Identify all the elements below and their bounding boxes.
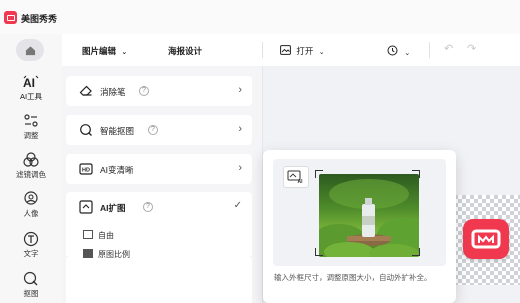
top-toolbar: 图片编辑 ⌄ 海报设计 打开 ⌄ ⌄ ↶ ↷ <box>62 34 520 67</box>
rail-item-label: 抠图 <box>23 289 39 298</box>
history-icon <box>387 45 398 56</box>
title-bar: 美图秀秀 <box>0 0 520 34</box>
smart-cutout-icon <box>80 124 92 136</box>
help-icon[interactable]: ? <box>148 125 158 135</box>
tool-smart-cutout[interactable]: 智能抠图 ? › <box>66 115 252 145</box>
ai-expand-badge-icon: AI <box>287 170 304 184</box>
free-crop-icon <box>83 230 93 239</box>
app-logo-icon <box>4 11 17 24</box>
tab-poster-design[interactable]: 海报设计 <box>168 45 202 57</box>
tool-eraser[interactable]: 消除笔 ? › <box>66 76 252 106</box>
tool-label: AI变清晰 <box>100 165 134 175</box>
rail-item-adjust[interactable]: 调整 <box>0 113 62 141</box>
tool-label: AI扩图 <box>100 203 126 213</box>
crop-corner <box>412 248 420 256</box>
portrait-icon <box>24 191 38 205</box>
rail-item-cutout[interactable]: 抠图 <box>0 271 62 299</box>
home-button[interactable] <box>16 39 44 61</box>
ai-expand-icon <box>79 200 93 214</box>
chevron-right-icon: › <box>238 162 242 174</box>
help-icon[interactable]: ? <box>143 202 153 212</box>
rail-item-portrait[interactable]: 人像 <box>0 191 62 219</box>
open-button[interactable]: 打开 ⌄ <box>280 45 325 57</box>
chevron-right-icon: › <box>238 84 242 96</box>
chevron-right-icon: › <box>238 123 242 135</box>
toolbar-divider <box>429 42 430 58</box>
eraser-icon <box>79 85 92 96</box>
rail-item-label: 人像 <box>23 209 39 218</box>
help-icon[interactable]: ? <box>139 86 149 96</box>
tool-label: 消除笔 <box>100 87 126 97</box>
tab-image-edit[interactable]: 图片编辑 ⌄ <box>82 45 127 57</box>
ai-badge: AI <box>283 166 309 188</box>
crop-corner <box>315 248 323 256</box>
tool-ai-expand[interactable]: AI扩图 ? ✓ <box>66 192 252 256</box>
crop-corner <box>412 170 420 178</box>
rail-item-label: AI工具 <box>19 92 43 101</box>
preview-image <box>319 174 419 257</box>
redo-icon[interactable]: ↷ <box>467 42 476 55</box>
ai-icon: AI <box>23 75 39 90</box>
rail-item-ai-tools[interactable]: AI AI工具 <box>0 74 62 102</box>
tab-image-edit-label: 图片编辑 <box>82 46 117 56</box>
undo-icon[interactable]: ↶ <box>444 42 453 55</box>
home-icon <box>25 45 35 55</box>
option-free-label: 自由 <box>98 231 114 240</box>
tool-ai-clarify[interactable]: HD AI变清晰 › <box>66 154 252 184</box>
ratio-icon <box>83 249 93 258</box>
rail-item-filter[interactable]: 滤镜调色 <box>0 152 62 180</box>
chevron-down-icon: ⌄ <box>404 50 411 57</box>
rail-item-label: 调整 <box>23 131 39 140</box>
svg-text:AI: AI <box>298 179 304 184</box>
tool-label: 智能抠图 <box>100 126 135 136</box>
meitu-logo-icon <box>463 219 509 259</box>
option-original-ratio-label: 原图比例 <box>98 250 130 259</box>
cutout-icon <box>23 271 38 286</box>
chevron-down-icon: ⌄ <box>318 49 325 56</box>
rail-item-text[interactable]: 文字 <box>0 231 62 259</box>
history-button[interactable]: ⌄ <box>387 45 410 57</box>
option-free[interactable]: 自由 <box>83 230 114 241</box>
chevron-down-icon: ⌄ <box>121 49 128 56</box>
ai-clarify-icon: HD <box>79 163 93 175</box>
ai-expand-options: 自由 原图比例 <box>66 230 252 303</box>
left-rail: AI AI工具 调整 滤镜调色 人像 文字 抠图 <box>0 34 63 303</box>
app-name: 美图秀秀 <box>21 14 58 24</box>
checkmark-icon: ✓ <box>233 200 242 211</box>
tooltip-description: 输入外框尺寸，调整原图大小，自动外扩补全。 <box>274 273 432 282</box>
rail-item-label: 滤镜调色 <box>16 170 46 179</box>
image-open-icon <box>280 45 291 55</box>
ai-expand-tooltip: AI 输入外框尺寸，调整原图大小，自动外扩补全。 <box>263 150 456 303</box>
rail-item-label: 文字 <box>23 249 39 258</box>
svg-text:HD: HD <box>82 168 90 174</box>
adjust-icon <box>24 114 38 127</box>
text-icon <box>23 231 39 247</box>
open-label: 打开 <box>296 46 314 56</box>
tool-panel: 消除笔 ? › 智能抠图 ? › HD AI变清晰 › AI扩图 ? ✓ 自由 … <box>62 66 263 303</box>
filter-icon <box>23 152 39 167</box>
crop-corner <box>315 170 323 178</box>
preview-frame: AI <box>273 159 446 266</box>
svg-text:AI: AI <box>23 76 35 90</box>
option-original-ratio[interactable]: 原图比例 <box>83 249 130 260</box>
toolbar-divider <box>262 42 263 58</box>
